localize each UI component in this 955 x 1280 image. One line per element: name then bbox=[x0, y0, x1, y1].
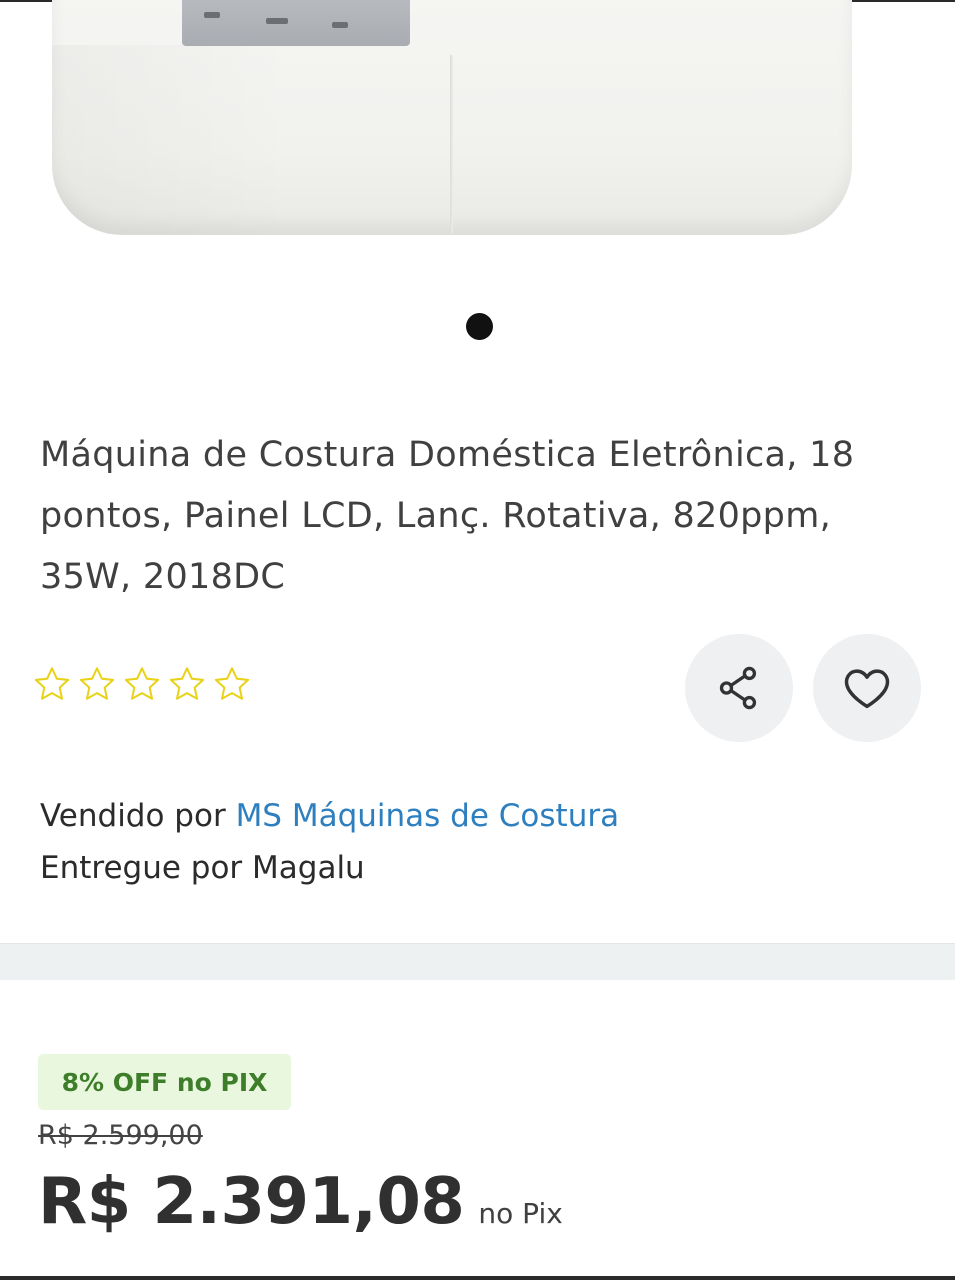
price-row: R$ 2.391,08 no Pix bbox=[38, 1165, 563, 1239]
sewing-machine-shade bbox=[52, 45, 452, 235]
section-divider bbox=[0, 943, 955, 980]
star-icon bbox=[78, 666, 116, 702]
delivered-by-line: Entregue por Magalu bbox=[40, 850, 365, 886]
star-icon bbox=[33, 666, 71, 702]
sold-by-label: Vendido por bbox=[40, 798, 226, 834]
carousel-indicator-dot[interactable] bbox=[466, 313, 493, 340]
panel-button bbox=[332, 22, 348, 28]
sewing-machine-seam bbox=[450, 55, 453, 233]
panel-button bbox=[266, 18, 288, 24]
product-title: Máquina de Costura Doméstica Eletrônica,… bbox=[40, 435, 855, 597]
old-price: R$ 2.599,00 bbox=[38, 1120, 203, 1151]
rating-stars[interactable] bbox=[33, 666, 251, 702]
seller-info: Vendido por MS Máquinas de Costura Entre… bbox=[40, 790, 619, 894]
sold-by-line: Vendido por MS Máquinas de Costura bbox=[40, 790, 619, 842]
heart-icon bbox=[844, 669, 890, 709]
sewing-machine-control-panel bbox=[182, 0, 410, 46]
share-icon bbox=[719, 666, 757, 710]
product-image[interactable] bbox=[0, 0, 955, 260]
current-price: R$ 2.391,08 bbox=[38, 1165, 465, 1239]
star-icon bbox=[168, 666, 206, 702]
star-icon bbox=[213, 666, 251, 702]
favorite-button[interactable] bbox=[813, 634, 921, 742]
pix-discount-badge: 8% OFF no PIX bbox=[38, 1054, 291, 1110]
share-button[interactable] bbox=[685, 634, 793, 742]
bottom-edge bbox=[0, 1276, 955, 1280]
panel-button bbox=[204, 12, 220, 18]
seller-name-link[interactable]: MS Máquinas de Costura bbox=[236, 798, 620, 834]
star-icon bbox=[123, 666, 161, 702]
price-suffix: no Pix bbox=[478, 1197, 563, 1230]
